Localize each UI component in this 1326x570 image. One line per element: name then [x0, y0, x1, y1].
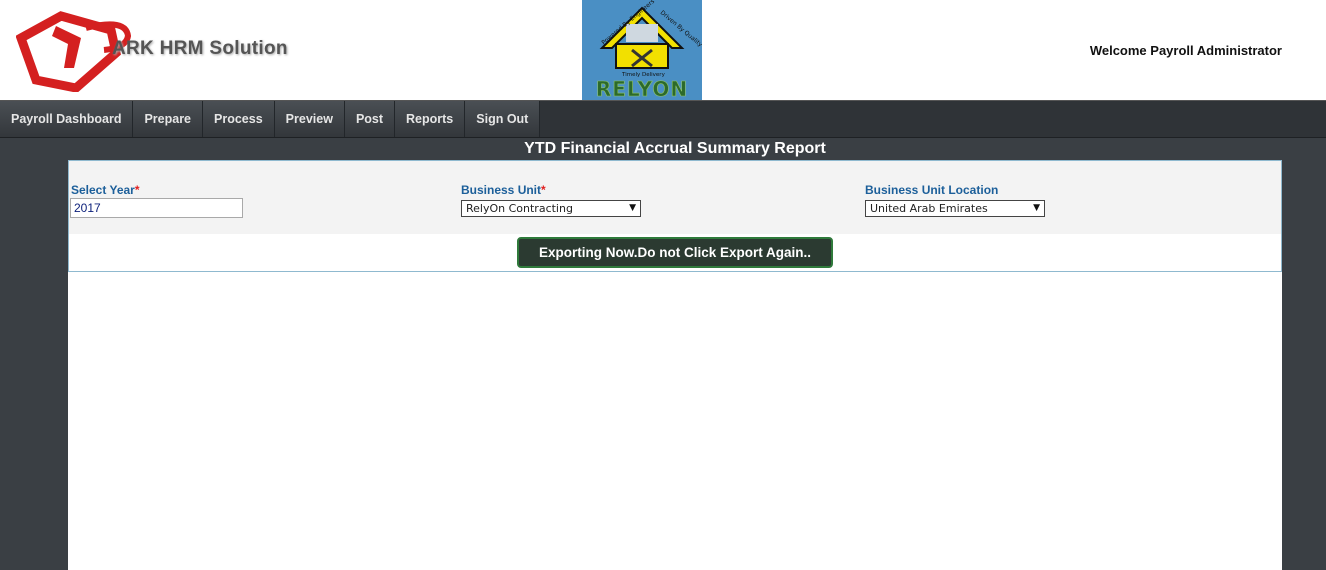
- location-value: United Arab Emirates: [870, 202, 988, 215]
- filter-row: Select Year* Business Unit* RelyOn Contr…: [69, 161, 1281, 234]
- app-header: ARK HRM Solution Powered By Engineers Dr…: [0, 0, 1326, 100]
- nav-process[interactable]: Process: [203, 101, 275, 137]
- nav-payroll-dashboard[interactable]: Payroll Dashboard: [0, 101, 134, 137]
- export-button[interactable]: Exporting Now.Do not Click Export Again.…: [517, 237, 833, 268]
- required-mark: *: [134, 183, 140, 197]
- location-label: Business Unit Location: [865, 183, 999, 197]
- report-filter-panel: Select Year* Business Unit* RelyOn Contr…: [68, 160, 1282, 272]
- page-title: YTD Financial Accrual Summary Report: [524, 140, 826, 157]
- year-input[interactable]: [70, 198, 243, 218]
- relyon-logo: Powered By Engineers Driven By Quality T…: [582, 0, 702, 100]
- nav-prepare[interactable]: Prepare: [133, 101, 204, 137]
- nav-reports[interactable]: Reports: [395, 101, 466, 137]
- business-unit-value: RelyOn Contracting: [466, 202, 573, 215]
- nav-sign-out[interactable]: Sign Out: [465, 101, 541, 137]
- business-unit-select[interactable]: RelyOn Contracting ▼: [461, 200, 641, 217]
- main-nav: Payroll Dashboard Prepare Process Previe…: [0, 100, 1326, 138]
- dropdown-arrow-icon: ▼: [1033, 203, 1040, 213]
- welcome-text: Welcome Payroll Administrator: [1089, 43, 1282, 58]
- nav-post[interactable]: Post: [344, 101, 396, 137]
- location-select[interactable]: United Arab Emirates ▼: [865, 200, 1045, 217]
- svg-text:RELYON: RELYON: [596, 77, 688, 100]
- dropdown-arrow-icon: ▼: [629, 203, 636, 213]
- year-label: Select Year*: [71, 183, 140, 197]
- nav-preview[interactable]: Preview: [274, 101, 345, 137]
- required-mark: *: [541, 183, 546, 197]
- brand-name: ARK HRM Solution: [112, 38, 288, 59]
- business-unit-label: Business Unit*: [461, 183, 546, 197]
- report-content: Select Year* Business Unit* RelyOn Contr…: [68, 160, 1282, 570]
